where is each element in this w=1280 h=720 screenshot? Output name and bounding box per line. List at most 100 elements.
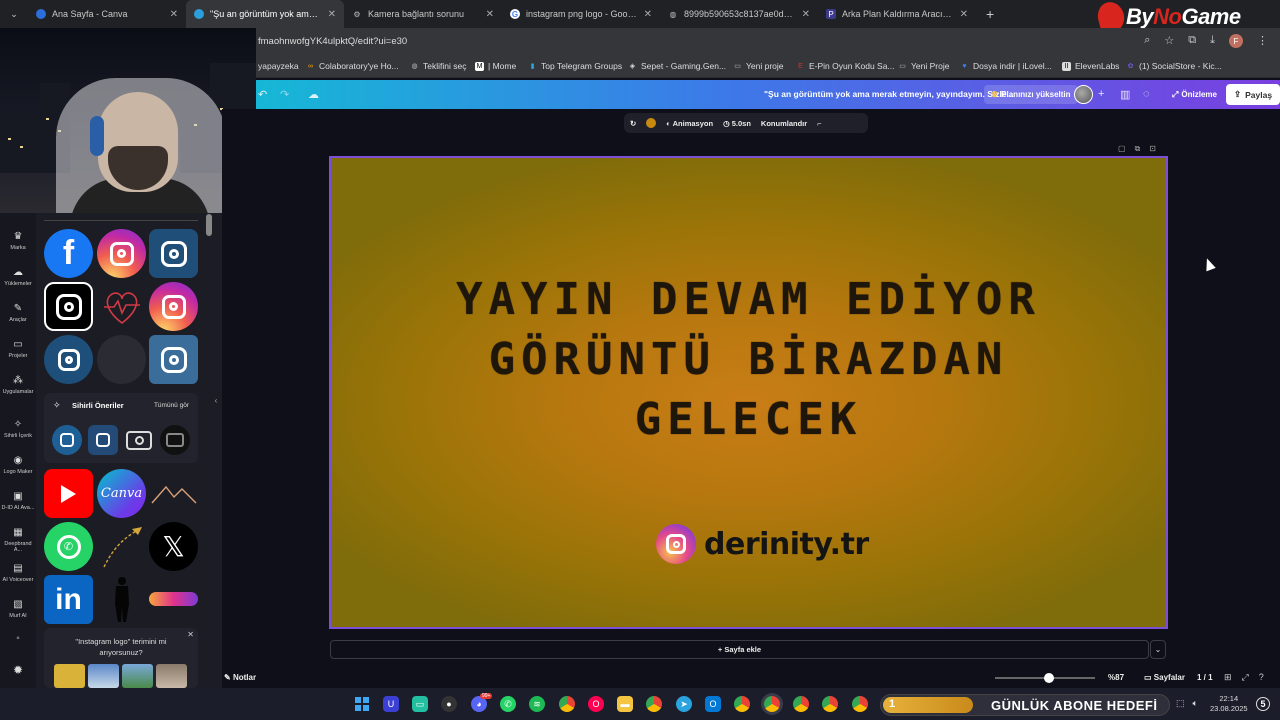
spotify-icon[interactable]: ≋ <box>529 696 545 712</box>
system-clock[interactable]: 22:14 23.08.2025 <box>1210 694 1248 714</box>
bookmark-item[interactable]: ▭ Yeni proje <box>733 61 783 71</box>
chevron-down-icon[interactable]: ⌄ <box>1150 640 1166 659</box>
bookmark-item[interactable]: ✿ (1) SocialStore - Kic... <box>1126 61 1222 71</box>
panel-scrollbar[interactable] <box>206 214 212 236</box>
animation-button[interactable]: ◐ Animasyon <box>666 119 713 128</box>
new-tab-button[interactable]: + <box>986 6 994 22</box>
rail-item-voiceover[interactable]: ▤ AI Voiceover <box>0 563 36 583</box>
whatsapp-icon[interactable]: ✆ <box>44 522 93 571</box>
fullscreen-icon[interactable]: ⤢ <box>1242 672 1249 683</box>
telegram-icon[interactable]: ➤ <box>676 696 692 712</box>
share-button[interactable]: ⇪ Paylaş <box>1226 84 1280 105</box>
brand-row[interactable]: derinity.tr <box>656 524 869 564</box>
chrome-icon[interactable] <box>793 696 809 712</box>
linkedin-icon[interactable]: in <box>44 575 93 624</box>
rail-item-apps[interactable]: ⁂ Uygulamalar <box>0 375 36 395</box>
add-page-icon[interactable]: ⊡ <box>1149 144 1156 154</box>
x-logo-icon[interactable]: 𝕏 <box>149 522 198 571</box>
bookmark-item[interactable]: ▭ Yeni Proje <box>898 61 949 71</box>
panel-collapse-handle[interactable]: ‹ <box>210 390 222 410</box>
rail-item-magic[interactable]: ✧ Sihirli İçerik <box>0 419 36 439</box>
duration-button[interactable]: ◷ 5.0sn <box>723 119 751 128</box>
add-collaborator-icon[interactable]: + <box>1098 88 1104 100</box>
bookmark-item[interactable]: ◍ Teklifini seç <box>410 61 466 71</box>
color-swatch[interactable] <box>646 118 657 128</box>
bookmark-item[interactable]: M | Mome <box>475 61 516 71</box>
tab-google-search[interactable]: G instagram png logo - Google'da Ara ✕ <box>502 0 660 28</box>
design-title[interactable]: "Şu an görüntüm yok ama merak etmeyin, y… <box>764 89 1014 99</box>
nature-thumbnail[interactable] <box>122 664 153 688</box>
close-icon[interactable]: ✕ <box>486 9 494 20</box>
mountain-line-icon[interactable] <box>149 469 198 518</box>
bookmark-item[interactable]: II ElevenLabs <box>1062 61 1119 71</box>
close-icon[interactable]: ✕ <box>170 9 178 20</box>
star-icon[interactable]: ☆ <box>1164 34 1174 48</box>
rail-item-projects[interactable]: ▭ Projeler <box>0 339 36 359</box>
grid-view-icon[interactable]: ⊞ <box>1224 672 1232 683</box>
file-explorer-icon[interactable]: ▬ <box>617 696 633 712</box>
analytics-icon[interactable]: ▥ <box>1120 88 1130 101</box>
chrome-icon[interactable] <box>734 696 750 712</box>
chrome-icon[interactable] <box>822 696 838 712</box>
cloud-sync-icon[interactable]: ☁ <box>308 88 319 101</box>
tab-canva-design[interactable]: "Şu an görüntüm yok ama merak ✕ <box>186 0 344 28</box>
bookmark-item[interactable]: yapayzeka <box>258 61 299 71</box>
tab-background-remover[interactable]: P Arka Plan Kaldırma Aracı Ücretsiz ✕ <box>818 0 976 28</box>
camera-dark-icon[interactable] <box>160 425 190 455</box>
close-icon[interactable]: ✕ <box>644 9 652 20</box>
rail-item-uploads[interactable]: ☁ Yüklemeler <box>0 267 36 287</box>
zoom-icon[interactable]: ⌕ <box>1144 34 1150 48</box>
chrome-active-icon[interactable] <box>764 696 780 712</box>
cat-thumbnail[interactable] <box>156 664 187 688</box>
url-field[interactable]: fmaohnwofgYK4ulpktQ/edit?ui=e30 <box>258 36 407 47</box>
tab-camera-issue[interactable]: ⚙ Kamera bağlantı sorunu ✕ <box>344 0 502 28</box>
rail-item-deepbrand[interactable]: ▦ Deepbrand A... <box>0 527 36 553</box>
chrome-icon[interactable] <box>559 696 575 712</box>
outlook-icon[interactable]: O <box>705 696 721 712</box>
rail-item-magic-assistant[interactable]: ✹ <box>0 663 36 680</box>
tab-search-button[interactable]: ⌄ <box>0 9 28 20</box>
close-icon[interactable]: ✕ <box>328 9 336 20</box>
close-icon[interactable]: ✕ <box>187 630 194 639</box>
instagram-blue-icon[interactable] <box>149 335 198 384</box>
shield-icon[interactable]: U <box>383 696 399 712</box>
rail-item-did[interactable]: ▣ D-ID AI Ava... <box>0 491 36 511</box>
tab-canva-home[interactable]: Ana Sayfa - Canva ✕ <box>28 0 186 28</box>
chrome-icon[interactable] <box>852 696 868 712</box>
suggestion-text[interactable]: "Instagram logo" terimini mi arıyorsunuz… <box>54 636 188 658</box>
windows-start-icon[interactable] <box>354 696 370 712</box>
extensions-icon[interactable]: ⧉ <box>1188 34 1196 48</box>
bookmark-item[interactable]: E E-Pin Oyun Kodu Sa... <box>796 61 894 71</box>
instagram-black-icon[interactable] <box>44 282 93 331</box>
rail-item-brand[interactable]: ♛ Marka <box>0 231 36 251</box>
bookmark-item[interactable]: ♥ Dosya indir | iLovel... <box>960 61 1051 71</box>
whatsapp-icon[interactable]: ✆ <box>500 696 516 712</box>
plane-route-icon[interactable] <box>97 522 146 571</box>
notes-button[interactable]: ✎ Notlar <box>224 673 256 682</box>
chrome-icon[interactable] <box>646 696 662 712</box>
github-icon[interactable]: ● <box>441 696 457 712</box>
instagram-square-icon[interactable] <box>149 229 198 278</box>
duplicate-icon[interactable]: ⧉ <box>1135 144 1141 154</box>
bookmark-item[interactable]: ◈ Sepet - Gaming.Gen... <box>628 61 726 71</box>
upgrade-plan-button[interactable]: ♛ Planınızı yükseltin <box>984 85 1078 104</box>
volume-icon[interactable]: 🔈︎ <box>1193 698 1198 709</box>
rail-item-tools[interactable]: ✎ Araçlar <box>0 303 36 323</box>
rail-item-murf[interactable]: ▧ Murf AI <box>0 599 36 619</box>
silhouette-icon[interactable] <box>97 575 146 624</box>
zoom-slider-knob[interactable] <box>1044 673 1054 683</box>
design-slide[interactable]: YAYIN DEVAM EDİYOR GÖRÜNTÜ BİRAZDAN GELE… <box>329 156 1168 629</box>
collaborator-avatar[interactable] <box>1074 85 1093 104</box>
instagram-bar-icon[interactable] <box>149 592 198 606</box>
lock-icon[interactable]: ▢ <box>1118 144 1126 154</box>
instagram-icon[interactable] <box>97 229 146 278</box>
notification-badge[interactable]: 5 <box>1256 697 1270 711</box>
profile-avatar[interactable]: F <box>1229 34 1243 48</box>
bookmark-item[interactable]: ∞ Colaboratory'ye Ho... <box>306 61 399 71</box>
menu-icon[interactable]: ⋮ <box>1257 34 1268 48</box>
see-all-link[interactable]: Tümünü gör <box>154 402 189 409</box>
close-icon[interactable]: ✕ <box>802 9 810 20</box>
refresh-icon[interactable]: ↻ <box>630 119 636 128</box>
instagram-suggestion-icon[interactable] <box>52 425 82 455</box>
add-page-button[interactable]: + Sayfa ekle <box>330 640 1149 659</box>
